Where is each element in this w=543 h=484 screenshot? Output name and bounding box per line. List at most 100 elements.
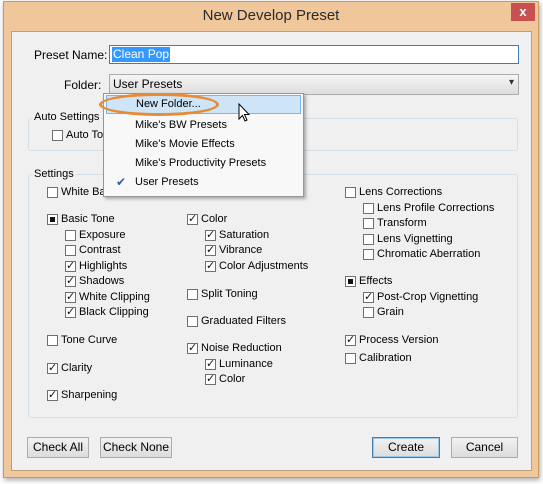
checkbox-box <box>47 334 58 346</box>
close-button[interactable]: x <box>511 3 535 21</box>
clarity-checkbox[interactable]: Clarity <box>47 361 93 374</box>
vibrance-checkbox[interactable]: Vibrance <box>205 243 263 256</box>
color-adjustments-checkbox[interactable]: Color Adjustments <box>205 259 309 272</box>
split-toning-label: Split Toning <box>201 288 258 300</box>
checkbox-box <box>363 306 374 318</box>
checkbox-box <box>47 361 58 374</box>
checkbox-box <box>363 248 374 260</box>
sharpening-checkbox[interactable]: Sharpening <box>47 388 118 401</box>
contrast-checkbox[interactable]: Contrast <box>65 244 121 256</box>
color-checkbox[interactable]: Color <box>187 212 228 225</box>
close-icon: x <box>519 4 527 19</box>
checkbox-box <box>187 315 198 327</box>
grain-checkbox[interactable]: Grain <box>363 306 404 318</box>
effects-checkbox[interactable]: Effects <box>345 275 392 287</box>
calibration-checkbox[interactable]: Calibration <box>345 352 412 364</box>
post-crop-vignetting-label: Post-Crop Vignetting <box>377 291 479 303</box>
grain-label: Grain <box>377 306 404 318</box>
checkbox-box <box>205 259 216 272</box>
vibrance-label: Vibrance <box>219 244 263 256</box>
cancel-button[interactable]: Cancel <box>451 437 518 458</box>
checkbox-box <box>363 290 374 303</box>
checkbox-box <box>345 333 356 346</box>
luminance-label: Luminance <box>219 358 273 370</box>
checkbox-box <box>47 186 58 198</box>
lens-vignetting-checkbox[interactable]: Lens Vignetting <box>363 233 453 245</box>
menu-item-mikes-productivity-presets[interactable]: Mike's Productivity Presets <box>106 154 301 173</box>
dialog-window: New Develop Preset x Preset Name: Clean … <box>3 1 539 478</box>
lens-corrections-label: Lens Corrections <box>359 186 443 198</box>
menu-item-user-presets[interactable]: ✔ User Presets <box>106 173 301 192</box>
preset-name-value: Clean Pop <box>112 47 171 62</box>
checkbox-box <box>345 186 356 198</box>
exposure-label: Exposure <box>79 229 126 241</box>
check-all-button[interactable]: Check All <box>27 437 89 458</box>
highlights-checkbox[interactable]: Highlights <box>65 259 127 272</box>
shadows-label: Shadows <box>79 275 125 287</box>
checkmark-icon: ✔ <box>116 175 127 189</box>
lens-profile-corrections-checkbox[interactable]: Lens Profile Corrections <box>363 202 494 214</box>
contrast-label: Contrast <box>79 244 121 256</box>
menu-item-label: Mike's Movie Effects <box>135 138 235 150</box>
tone-curve-label: Tone Curve <box>61 334 118 346</box>
checkbox-box <box>187 212 198 225</box>
checkbox-box <box>205 372 216 385</box>
menu-item-label: Mike's BW Presets <box>135 119 227 131</box>
sharpening-label: Sharpening <box>61 389 118 401</box>
menu-item-mikes-movie-effects[interactable]: Mike's Movie Effects <box>106 135 301 154</box>
saturation-label: Saturation <box>219 229 270 241</box>
nr-color-label: Color <box>219 373 246 385</box>
mouse-pointer-icon <box>238 103 251 122</box>
shadows-checkbox[interactable]: Shadows <box>65 274 125 287</box>
chevron-down-icon: ▾ <box>508 77 514 88</box>
checkbox-box <box>363 202 374 214</box>
white-clipping-label: White Clipping <box>79 291 150 303</box>
lens-corrections-checkbox[interactable]: Lens Corrections <box>345 186 442 198</box>
checkbox-box <box>187 341 198 354</box>
white-clipping-checkbox[interactable]: White Clipping <box>65 290 150 303</box>
check-none-button[interactable]: Check None <box>100 437 172 458</box>
checkbox-box <box>345 275 356 287</box>
lens-profile-corrections-label: Lens Profile Corrections <box>377 202 495 214</box>
nr-color-checkbox[interactable]: Color <box>205 372 246 385</box>
dialog-title: New Develop Preset <box>202 7 340 24</box>
checkbox-box <box>205 243 216 256</box>
checkbox-box <box>47 388 58 401</box>
color-label: Color <box>201 213 228 225</box>
checkbox-box <box>363 233 374 245</box>
tone-curve-checkbox[interactable]: Tone Curve <box>47 334 117 346</box>
folder-select[interactable]: User Presets ▾ <box>109 74 519 95</box>
process-version-checkbox[interactable]: Process Version <box>345 333 438 346</box>
basic-tone-checkbox[interactable]: Basic Tone <box>47 213 115 225</box>
saturation-checkbox[interactable]: Saturation <box>205 228 270 241</box>
preset-name-input[interactable]: Clean Pop <box>109 45 519 64</box>
graduated-filters-checkbox[interactable]: Graduated Filters <box>187 315 286 327</box>
split-toning-checkbox[interactable]: Split Toning <box>187 288 258 300</box>
noise-reduction-checkbox[interactable]: Noise Reduction <box>187 341 282 354</box>
create-button[interactable]: Create <box>372 437 440 458</box>
auto-settings-title: Auto Settings <box>32 111 102 123</box>
calibration-label: Calibration <box>359 352 412 364</box>
settings-title: Settings <box>32 168 76 180</box>
checkbox-box <box>47 213 58 225</box>
checkbox-box <box>65 274 76 287</box>
color-adjustments-label: Color Adjustments <box>219 260 309 272</box>
effects-label: Effects <box>359 275 393 287</box>
menu-item-mikes-bw-presets[interactable]: Mike's BW Presets <box>106 116 301 135</box>
post-crop-vignetting-checkbox[interactable]: Post-Crop Vignetting <box>363 290 479 303</box>
chromatic-aberration-checkbox[interactable]: Chromatic Aberration <box>363 248 480 260</box>
lens-vignetting-label: Lens Vignetting <box>377 233 453 245</box>
transform-label: Transform <box>377 217 427 229</box>
menu-item-label: Mike's Productivity Presets <box>135 157 267 169</box>
preset-name-label: Preset Name: <box>34 48 108 62</box>
graduated-filters-label: Graduated Filters <box>201 315 286 327</box>
checkbox-box <box>205 357 216 370</box>
checkbox-box <box>65 244 76 256</box>
luminance-checkbox[interactable]: Luminance <box>205 357 273 370</box>
transform-checkbox[interactable]: Transform <box>363 217 427 229</box>
clarity-label: Clarity <box>61 362 93 374</box>
exposure-checkbox[interactable]: Exposure <box>65 229 125 241</box>
checkbox-box <box>52 129 63 141</box>
folder-label: Folder: <box>64 78 102 92</box>
black-clipping-checkbox[interactable]: Black Clipping <box>65 305 149 318</box>
